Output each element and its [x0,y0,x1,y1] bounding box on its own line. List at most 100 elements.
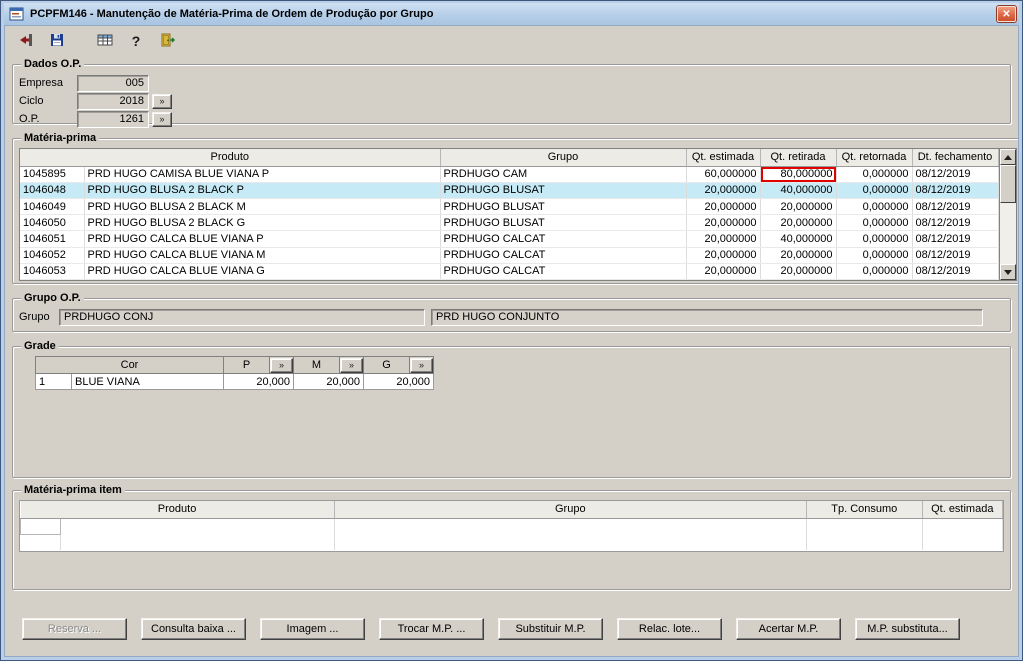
cell-qt-retirada[interactable]: 20,000000 [760,263,837,281]
cell-qt-estimada[interactable]: 20,000000 [686,214,761,232]
item-indicator-cell[interactable] [19,518,62,535]
cell-qt-estimada[interactable]: 20,000000 [686,230,761,248]
scroll-down-button[interactable] [999,264,1016,280]
footer-button-4[interactable]: Substituir M.P. [498,618,603,640]
cell-grupo[interactable]: PRDHUGO BLUSAT [440,182,687,199]
table-row[interactable]: 1046050 PRD HUGO BLUSA 2 BLACK G PRDHUGO… [20,214,999,232]
cell-qt-retornada[interactable]: 0,000000 [836,230,913,248]
cell-qt-estimada[interactable]: 20,000000 [686,247,761,264]
cell-grupo[interactable]: PRDHUGO CALCAT [440,230,687,248]
cell-codigo[interactable]: 1045895 [20,166,85,183]
cell-qt-estimada[interactable]: 20,000000 [686,263,761,281]
grade-lookup-button-m[interactable]: » [340,357,363,373]
ciclo-lookup-button[interactable]: » [152,93,172,109]
op-field[interactable]: 1261 [77,110,149,128]
post-exit-button[interactable] [15,30,37,52]
cell-qt-retornada[interactable]: 0,000000 [836,247,913,264]
cell-dt-fechamento[interactable]: 08/12/2019 [912,198,999,216]
cell-dt-fechamento[interactable]: 08/12/2019 [912,166,999,183]
cell-dt-fechamento[interactable]: 08/12/2019 [912,214,999,232]
close-button[interactable]: ✕ [997,6,1016,22]
cell-qt-retornada[interactable]: 0,000000 [836,214,913,232]
cell-produto[interactable]: PRD HUGO CALCA BLUE VIANA G [84,263,441,281]
cell-qt-retirada[interactable]: 20,000000 [760,198,837,216]
op-lookup-button[interactable]: » [152,111,172,127]
empresa-field[interactable]: 005 [77,74,149,92]
cell-dt-fechamento[interactable]: 08/12/2019 [912,230,999,248]
ciclo-field[interactable]: 2018 [77,92,149,110]
cell-produto[interactable]: PRD HUGO CALCA BLUE VIANA P [84,230,441,248]
table-row[interactable]: 1046053 PRD HUGO CALCA BLUE VIANA G PRDH… [20,263,999,281]
cell-qt-estimada[interactable]: 60,000000 [686,166,761,183]
cell-qt-retornada[interactable]: 0,000000 [836,198,913,216]
cell-qt-estimada[interactable]: 20,000000 [686,198,761,216]
grade-cell-cor[interactable]: BLUE VIANA [71,373,224,390]
grade-legend: Grade [21,340,59,352]
footer-button-7[interactable]: M.P. substituta... [855,618,960,640]
cell-codigo[interactable]: 1046052 [20,247,85,264]
app-icon [9,6,25,22]
table-row[interactable]: 1046051 PRD HUGO CALCA BLUE VIANA P PRDH… [20,230,999,248]
save-button[interactable] [46,30,68,52]
cell-dt-fechamento[interactable]: 08/12/2019 [912,247,999,264]
item-empty-row[interactable] [19,518,1004,535]
footer-button-6[interactable]: Acertar M.P. [736,618,841,640]
table-row[interactable]: 1046052 PRD HUGO CALCA BLUE VIANA M PRDH… [20,247,999,264]
scroll-thumb[interactable] [999,165,1016,203]
scroll-up-button[interactable] [999,149,1016,165]
footer-button-0: Reserva ... [22,618,127,640]
cell-dt-fechamento[interactable]: 08/12/2019 [912,182,999,199]
help-button[interactable]: ? [125,30,147,52]
table-row[interactable]: 1046049 PRD HUGO BLUSA 2 BLACK M PRDHUGO… [20,198,999,216]
grade-cell-seq[interactable]: 1 [35,373,72,390]
cell-codigo[interactable]: 1046051 [20,230,85,248]
cell-codigo[interactable]: 1046049 [20,198,85,216]
grade-lookup-button-g[interactable]: » [410,357,433,373]
item-empty-row[interactable] [20,534,1004,550]
ciclo-label: Ciclo [19,95,44,107]
cell-qt-retirada[interactable]: 40,000000 [760,182,837,199]
cell-qt-retirada[interactable]: 80,000000 [760,166,837,183]
table-row[interactable]: 1046048 PRD HUGO BLUSA 2 BLACK P PRDHUGO… [20,182,999,199]
cell-qt-retirada[interactable]: 40,000000 [760,230,837,248]
cell-qt-retornada[interactable]: 0,000000 [836,166,913,183]
grade-cell-p[interactable]: 20,000 [223,373,294,390]
cell-qt-retornada[interactable]: 0,000000 [836,263,913,281]
scroll-track[interactable] [999,165,1016,264]
footer-button-5[interactable]: Relac. lote... [617,618,722,640]
cell-produto[interactable]: PRD HUGO CAMISA BLUE VIANA P [84,166,441,183]
cell-grupo[interactable]: PRDHUGO BLUSAT [440,198,687,216]
cell-codigo[interactable]: 1046050 [20,214,85,232]
grade-cell-g[interactable]: 20,000 [363,373,434,390]
cell-dt-fechamento[interactable]: 08/12/2019 [912,263,999,281]
cell-grupo[interactable]: PRDHUGO BLUSAT [440,214,687,232]
table-row[interactable]: 1045895 PRD HUGO CAMISA BLUE VIANA P PRD… [20,166,999,183]
item-col-header-grupo: Grupo [334,501,807,519]
grade-cell-m[interactable]: 20,000 [293,373,364,390]
app-window: PCPFM146 - Manutenção de Matéria-Prima d… [0,0,1023,661]
vertical-scrollbar[interactable] [998,149,1016,280]
grupo-descricao-field[interactable]: PRD HUGO CONJUNTO [431,308,983,326]
grid-button[interactable] [94,30,116,52]
cell-codigo[interactable]: 1046053 [20,263,85,281]
exit-button[interactable] [156,30,178,52]
cell-qt-retirada[interactable]: 20,000000 [760,247,837,264]
footer-button-3[interactable]: Trocar M.P. ... [379,618,484,640]
toolbar: ? [5,26,1018,56]
footer-button-2[interactable]: Imagem ... [260,618,365,640]
cell-produto[interactable]: PRD HUGO BLUSA 2 BLACK G [84,214,441,232]
grade-row[interactable]: 1 BLUE VIANA 20,000 20,000 20,000 [35,373,434,390]
grade-lookup-button-p[interactable]: » [270,357,293,373]
cell-produto[interactable]: PRD HUGO BLUSA 2 BLACK P [84,182,441,199]
cell-grupo[interactable]: PRDHUGO CALCAT [440,263,687,281]
cell-produto[interactable]: PRD HUGO BLUSA 2 BLACK M [84,198,441,216]
cell-codigo[interactable]: 1046048 [20,182,85,199]
cell-qt-retirada[interactable]: 20,000000 [760,214,837,232]
cell-grupo[interactable]: PRDHUGO CAM [440,166,687,183]
cell-qt-retornada[interactable]: 0,000000 [836,182,913,199]
cell-grupo[interactable]: PRDHUGO CALCAT [440,247,687,264]
cell-produto[interactable]: PRD HUGO CALCA BLUE VIANA M [84,247,441,264]
footer-button-1[interactable]: Consulta baixa ... [141,618,246,640]
cell-qt-estimada[interactable]: 20,000000 [686,182,761,199]
grupo-codigo-field[interactable]: PRDHUGO CONJ [59,308,425,326]
